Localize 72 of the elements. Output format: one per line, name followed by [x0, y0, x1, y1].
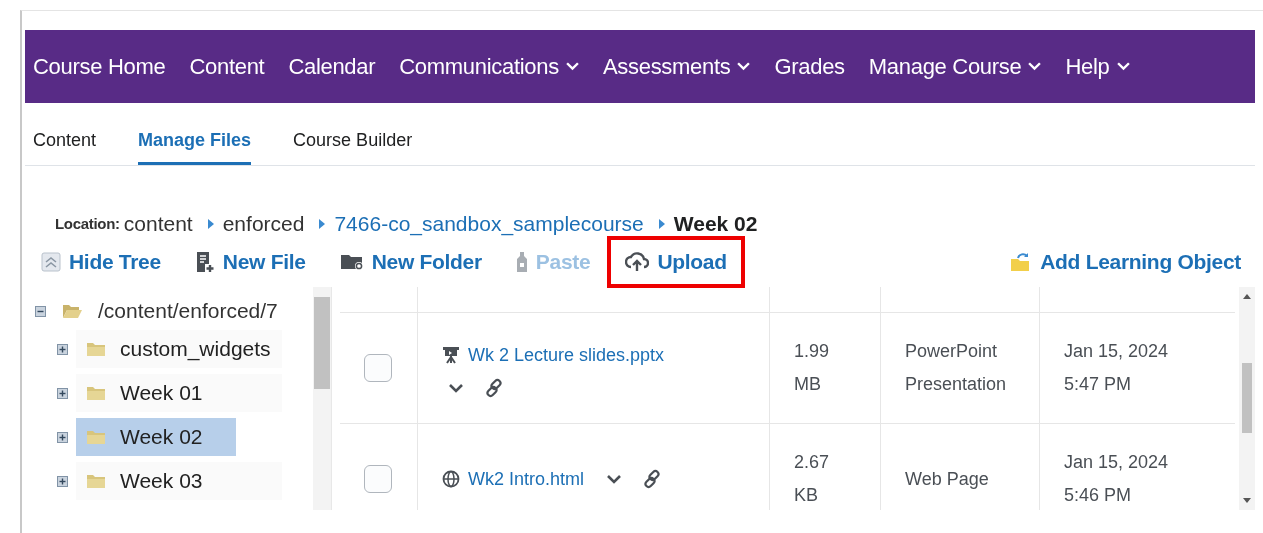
nav-menu-item[interactable]: Manage Course [868, 53, 1054, 80]
breadcrumb-separator-icon [658, 218, 665, 229]
expand-toggle-icon[interactable] [57, 343, 68, 355]
toolbar-button[interactable]: New Folder [322, 237, 499, 287]
globe-icon [442, 470, 460, 488]
tree-folder-item[interactable]: Week 01 [76, 374, 282, 412]
chevron-down-icon [737, 62, 751, 71]
nav-menu-item[interactable]: Help [1065, 53, 1142, 80]
link-icon[interactable] [642, 469, 663, 489]
tab[interactable]: Course Builder [293, 104, 413, 165]
scrollbar-thumb[interactable] [314, 297, 330, 389]
breadcrumb-current: Week 02 [673, 211, 758, 236]
tab[interactable]: Manage Files [138, 104, 252, 165]
toolbar-button[interactable]: Add Learning Object [993, 237, 1258, 287]
chevron-down-icon[interactable] [448, 382, 464, 393]
expand-toggle-icon[interactable] [57, 431, 68, 443]
toolbar-button[interactable]: New File [177, 237, 323, 287]
link-icon[interactable] [484, 377, 504, 398]
breadcrumb-separator-icon [207, 218, 214, 229]
nav-menu-item[interactable]: Content [189, 53, 277, 80]
folder-icon [86, 385, 106, 401]
nav-menu-item[interactable]: Course Home [33, 53, 178, 80]
location-label: Location: [55, 215, 120, 232]
tree-folder-item[interactable]: Week 03 [76, 462, 282, 500]
collapse-toggle-icon[interactable] [35, 305, 46, 317]
row-checkbox[interactable] [364, 465, 392, 493]
scrollbar[interactable] [1239, 287, 1255, 510]
breadcrumb-item: content [123, 211, 193, 236]
paste-icon [515, 251, 528, 273]
folder-icon [86, 473, 106, 489]
scrollbar-thumb[interactable] [1242, 363, 1252, 433]
file-link[interactable]: Wk2 Intro.html [468, 462, 585, 496]
breadcrumb-link[interactable]: 7466-co_sandbox_samplecourse [334, 211, 644, 236]
breadcrumb-item: enforced [222, 211, 305, 236]
modified-date: Jan 15, 2024 [1064, 340, 1169, 363]
modified-time: 5:46 PM [1064, 484, 1133, 507]
new-file-icon [194, 251, 215, 273]
file-type: Web Page [905, 467, 990, 491]
cloud-upload-icon [625, 252, 650, 272]
nav-menu-item[interactable]: Communications [399, 53, 591, 80]
modified-date: Jan 15, 2024 [1064, 451, 1169, 474]
file-size: 2.67 KB [794, 451, 831, 507]
chevron-down-icon [565, 62, 579, 71]
file-type: PowerPoint Presentation [905, 340, 1008, 396]
tree-folder-item[interactable]: Week 02 [76, 418, 236, 456]
file-link[interactable]: Wk 2 Lecture slides.pptx [468, 338, 665, 372]
row-checkbox[interactable] [364, 354, 392, 382]
open-folder-icon [62, 303, 82, 319]
modified-time: 5:47 PM [1064, 373, 1133, 396]
chevron-down-icon [1028, 62, 1042, 71]
folder-icon [86, 429, 106, 445]
nav-menu-item[interactable]: Calendar [288, 53, 388, 80]
file-size: 1.99 MB [794, 340, 831, 396]
breadcrumb-separator-icon [319, 218, 326, 229]
tree-folder-item[interactable]: /content/enforced/7 [98, 299, 278, 323]
chevron-down-icon[interactable] [606, 474, 623, 484]
folder-icon [86, 341, 106, 357]
collapse-icon [41, 252, 61, 272]
scrollbar[interactable] [313, 287, 331, 510]
nav-menu-item[interactable]: Assessments [602, 53, 763, 80]
expand-toggle-icon[interactable] [57, 475, 68, 487]
expand-toggle-icon[interactable] [57, 387, 68, 399]
presentation-icon [442, 346, 460, 364]
toolbar-button[interactable]: Upload [607, 236, 745, 288]
tree-folder-item[interactable]: custom_widgets [76, 330, 282, 368]
toolbar-button[interactable]: Hide Tree [24, 237, 178, 287]
scroll-up-icon[interactable] [1243, 293, 1251, 299]
scroll-down-icon[interactable] [1243, 498, 1251, 504]
chevron-down-icon [1116, 62, 1130, 71]
nav-menu-item[interactable]: Grades [774, 53, 857, 80]
new-folder-icon [339, 253, 364, 271]
tab[interactable]: Content [33, 104, 97, 165]
